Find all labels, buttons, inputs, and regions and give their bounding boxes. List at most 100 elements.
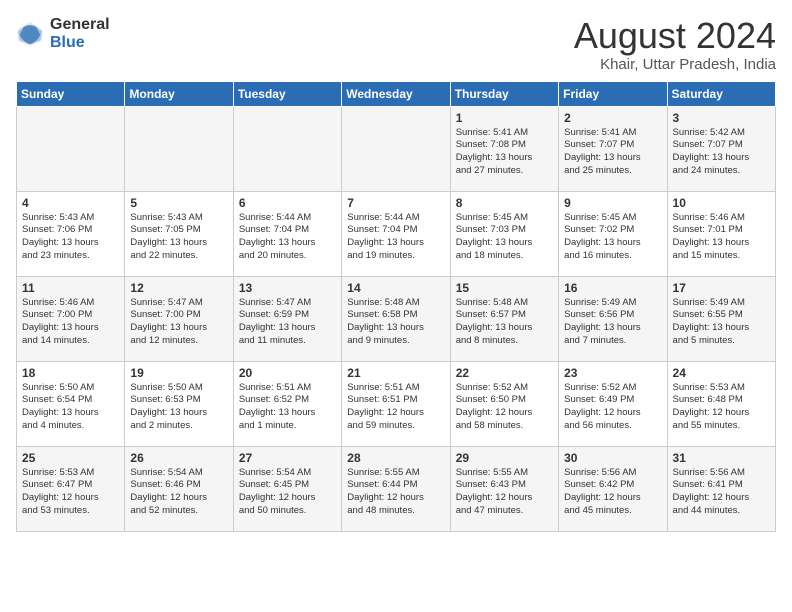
day-info: Sunrise: 5:46 AMSunset: 7:01 PMDaylight:… [673,212,770,263]
day-number: 6 [239,196,336,210]
calendar-cell: 30Sunrise: 5:56 AMSunset: 6:42 PMDayligh… [559,446,667,531]
calendar-week-row: 18 Sunrise: 5:50 AMSunset: 6:54 PMDayligh… [17,361,776,446]
calendar-cell: 15 Sunrise: 5:48 AMSunset: 6:57 PMDayligh… [450,276,558,361]
day-number: 14 [347,281,444,295]
logo-general-text: General [50,16,110,34]
day-info: Sunrise: 5:45 AMSunset: 7:03 PMDaylight:… [456,212,553,263]
day-number: 22 [456,366,553,380]
day-info: Sunrise: 5:55 AMSunset: 6:44 PMDaylight:… [347,467,444,518]
calendar-week-row: 1 Sunrise: 5:41 AMSunset: 7:08 PMDaylight… [17,106,776,191]
calendar-cell: 29Sunrise: 5:55 AMSunset: 6:43 PMDayligh… [450,446,558,531]
calendar-cell: 26Sunrise: 5:54 AMSunset: 6:46 PMDayligh… [125,446,233,531]
day-number: 8 [456,196,553,210]
logo-blue-text: Blue [50,34,110,52]
day-number: 19 [130,366,227,380]
day-number: 16 [564,281,661,295]
day-info: Sunrise: 5:43 AMSunset: 7:06 PMDaylight:… [22,212,119,263]
day-number: 9 [564,196,661,210]
calendar-cell: 13 Sunrise: 5:47 AMSunset: 6:59 PMDayligh… [233,276,341,361]
calendar-cell: 18 Sunrise: 5:50 AMSunset: 6:54 PMDayligh… [17,361,125,446]
day-number: 23 [564,366,661,380]
day-info: Sunrise: 5:56 AMSunset: 6:41 PMDaylight:… [673,467,770,518]
day-number: 27 [239,451,336,465]
calendar-cell: 23 Sunrise: 5:52 AMSunset: 6:49 PMDayligh… [559,361,667,446]
calendar-cell [342,106,450,191]
day-info: Sunrise: 5:50 AMSunset: 6:54 PMDaylight:… [22,382,119,433]
calendar-cell: 28 Sunrise: 5:55 AMSunset: 6:44 PMDayligh… [342,446,450,531]
day-number: 2 [564,111,661,125]
weekday-header-thursday: Thursday [450,81,558,106]
day-info: Sunrise: 5:41 AMSunset: 7:07 PMDaylight:… [564,127,661,178]
day-number: 20 [239,366,336,380]
weekday-header-row: SundayMondayTuesdayWednesdayThursdayFrid… [17,81,776,106]
calendar-table: SundayMondayTuesdayWednesdayThursdayFrid… [16,81,776,532]
day-number: 25 [22,451,119,465]
day-number: 1 [456,111,553,125]
day-number: 15 [456,281,553,295]
day-info: Sunrise: 5:44 AMSunset: 7:04 PMDaylight:… [347,212,444,263]
day-number: 13 [239,281,336,295]
calendar-cell: 10 Sunrise: 5:46 AMSunset: 7:01 PMDayligh… [667,191,775,276]
day-number: 21 [347,366,444,380]
day-number: 31 [673,451,770,465]
calendar-cell: 17Sunrise: 5:49 AMSunset: 6:55 PMDayligh… [667,276,775,361]
calendar-cell: 4 Sunrise: 5:43 AMSunset: 7:06 PMDaylight… [17,191,125,276]
logo-icon [16,20,44,48]
day-number: 28 [347,451,444,465]
calendar-cell [125,106,233,191]
day-info: Sunrise: 5:51 AMSunset: 6:51 PMDaylight:… [347,382,444,433]
day-info: Sunrise: 5:49 AMSunset: 6:55 PMDaylight:… [673,297,770,348]
calendar-cell [17,106,125,191]
calendar-cell: 16 Sunrise: 5:49 AMSunset: 6:56 PMDayligh… [559,276,667,361]
day-number: 4 [22,196,119,210]
day-info: Sunrise: 5:56 AMSunset: 6:42 PMDaylight:… [564,467,661,518]
day-number: 3 [673,111,770,125]
calendar-week-row: 4 Sunrise: 5:43 AMSunset: 7:06 PMDaylight… [17,191,776,276]
calendar-cell: 12Sunrise: 5:47 AMSunset: 7:00 PMDayligh… [125,276,233,361]
day-info: Sunrise: 5:54 AMSunset: 6:45 PMDaylight:… [239,467,336,518]
weekday-header-sunday: Sunday [17,81,125,106]
day-info: Sunrise: 5:42 AMSunset: 7:07 PMDaylight:… [673,127,770,178]
calendar-cell: 19 Sunrise: 5:50 AMSunset: 6:53 PMDayligh… [125,361,233,446]
day-info: Sunrise: 5:52 AMSunset: 6:50 PMDaylight:… [456,382,553,433]
calendar-cell: 31 Sunrise: 5:56 AMSunset: 6:41 PMDayligh… [667,446,775,531]
day-info: Sunrise: 5:44 AMSunset: 7:04 PMDaylight:… [239,212,336,263]
day-info: Sunrise: 5:52 AMSunset: 6:49 PMDaylight:… [564,382,661,433]
calendar-cell: 3 Sunrise: 5:42 AMSunset: 7:07 PMDaylight… [667,106,775,191]
calendar-cell: 24Sunrise: 5:53 AMSunset: 6:48 PMDayligh… [667,361,775,446]
calendar-cell: 21 Sunrise: 5:51 AMSunset: 6:51 PMDayligh… [342,361,450,446]
day-info: Sunrise: 5:43 AMSunset: 7:05 PMDaylight:… [130,212,227,263]
calendar-cell: 11Sunrise: 5:46 AMSunset: 7:00 PMDayligh… [17,276,125,361]
logo: General Blue [16,16,110,51]
calendar-cell: 6 Sunrise: 5:44 AMSunset: 7:04 PMDaylight… [233,191,341,276]
day-info: Sunrise: 5:55 AMSunset: 6:43 PMDaylight:… [456,467,553,518]
weekday-header-saturday: Saturday [667,81,775,106]
day-info: Sunrise: 5:53 AMSunset: 6:48 PMDaylight:… [673,382,770,433]
day-info: Sunrise: 5:47 AMSunset: 6:59 PMDaylight:… [239,297,336,348]
day-info: Sunrise: 5:48 AMSunset: 6:58 PMDaylight:… [347,297,444,348]
calendar-cell: 20 Sunrise: 5:51 AMSunset: 6:52 PMDayligh… [233,361,341,446]
day-info: Sunrise: 5:48 AMSunset: 6:57 PMDaylight:… [456,297,553,348]
day-number: 5 [130,196,227,210]
day-info: Sunrise: 5:47 AMSunset: 7:00 PMDaylight:… [130,297,227,348]
calendar-cell: 9Sunrise: 5:45 AMSunset: 7:02 PMDaylight… [559,191,667,276]
calendar-cell: 5 Sunrise: 5:43 AMSunset: 7:05 PMDaylight… [125,191,233,276]
weekday-header-monday: Monday [125,81,233,106]
calendar-cell: 14 Sunrise: 5:48 AMSunset: 6:58 PMDayligh… [342,276,450,361]
calendar-cell: 2 Sunrise: 5:41 AMSunset: 7:07 PMDaylight… [559,106,667,191]
weekday-header-friday: Friday [559,81,667,106]
day-info: Sunrise: 5:49 AMSunset: 6:56 PMDaylight:… [564,297,661,348]
day-info: Sunrise: 5:50 AMSunset: 6:53 PMDaylight:… [130,382,227,433]
day-number: 10 [673,196,770,210]
calendar-cell: 1 Sunrise: 5:41 AMSunset: 7:08 PMDaylight… [450,106,558,191]
day-info: Sunrise: 5:41 AMSunset: 7:08 PMDaylight:… [456,127,553,178]
calendar-week-row: 25Sunrise: 5:53 AMSunset: 6:47 PMDayligh… [17,446,776,531]
calendar-cell: 27 Sunrise: 5:54 AMSunset: 6:45 PMDayligh… [233,446,341,531]
calendar-cell: 22 Sunrise: 5:52 AMSunset: 6:50 PMDayligh… [450,361,558,446]
day-number: 11 [22,281,119,295]
month-year-title: August 2024 [574,16,776,56]
day-info: Sunrise: 5:51 AMSunset: 6:52 PMDaylight:… [239,382,336,433]
weekday-header-tuesday: Tuesday [233,81,341,106]
day-number: 18 [22,366,119,380]
weekday-header-wednesday: Wednesday [342,81,450,106]
